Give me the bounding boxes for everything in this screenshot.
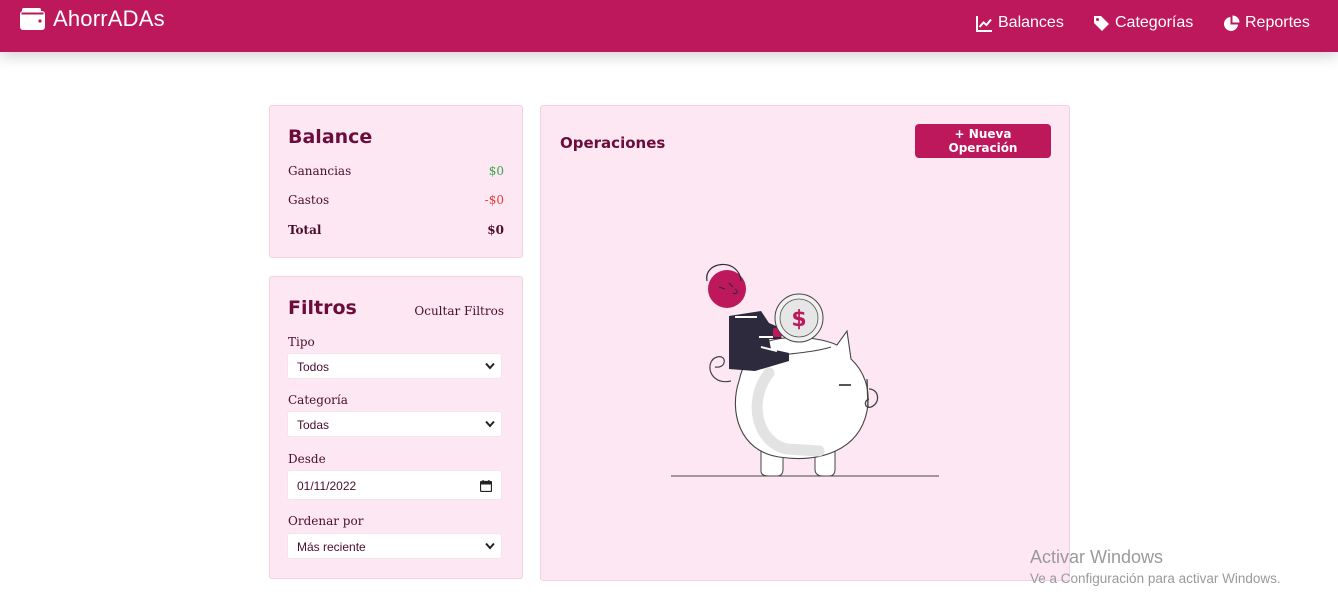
piggy-bank-illustration: $ [671,263,939,477]
ordenar-label: Ordenar por [288,514,364,528]
operations-title: Operaciones [560,134,666,152]
app-name: AhorrADAs [53,6,165,31]
gastos-label: Gastos [288,193,330,207]
nav-reportes[interactable]: Reportes [1223,14,1310,32]
nav-balances[interactable]: Balances [976,14,1064,32]
hide-filters-link[interactable]: Ocultar Filtros [414,304,504,318]
nav-categorias[interactable]: Categorías [1093,14,1193,32]
filters-card: Filtros Ocultar Filtros Tipo Todos Categ… [269,276,523,579]
svg-text:$: $ [791,307,806,332]
calendar-icon[interactable] [480,480,492,492]
chart-line-icon [976,15,992,32]
chevron-down-icon [485,542,495,550]
categoria-value: Todas [297,418,330,432]
windows-activation-watermark: Activar Windows Ve a Configuración para … [1030,547,1281,586]
chevron-down-icon [485,420,495,428]
nav-balances-label: Balances [998,14,1064,31]
wallet-icon [20,8,45,30]
ganancias-value: $0 [488,164,504,178]
nav-categorias-label: Categorías [1115,14,1194,31]
total-value: $0 [487,223,504,237]
chevron-down-icon [485,362,495,370]
nav-reportes-label: Reportes [1245,14,1310,31]
tipo-select[interactable]: Todos [287,353,502,379]
balance-card: Balance Ganancias $0 Gastos -$0 Total $0 [269,105,523,258]
desde-value: 01/11/2022 [297,479,357,493]
ordenar-value: Más reciente [297,540,366,554]
tipo-value: Todos [297,360,330,374]
balance-title: Balance [288,126,373,148]
categoria-select[interactable]: Todas [287,411,502,437]
tag-icon [1094,15,1109,31]
operations-card: Operaciones + Nueva Operación $ [540,105,1070,581]
filters-title: Filtros [288,297,357,319]
categoria-label: Categoría [288,393,348,407]
pie-chart-icon [1224,15,1240,31]
ganancias-label: Ganancias [288,164,352,178]
top-navbar: AhorrADAs Balances Categorías Reportes [0,0,1338,52]
brand-link[interactable]: AhorrADAs [20,6,165,32]
ordenar-select[interactable]: Más reciente [287,533,502,559]
watermark-subtitle: Ve a Configuración para activar Windows. [1030,571,1281,586]
watermark-title: Activar Windows [1030,547,1164,567]
desde-label: Desde [288,452,326,466]
tipo-label: Tipo [288,335,315,349]
new-operation-button[interactable]: + Nueva Operación [915,124,1051,158]
gastos-value: -$0 [484,193,504,207]
desde-date-input[interactable]: 01/11/2022 [287,470,502,500]
total-label: Total [288,223,322,237]
